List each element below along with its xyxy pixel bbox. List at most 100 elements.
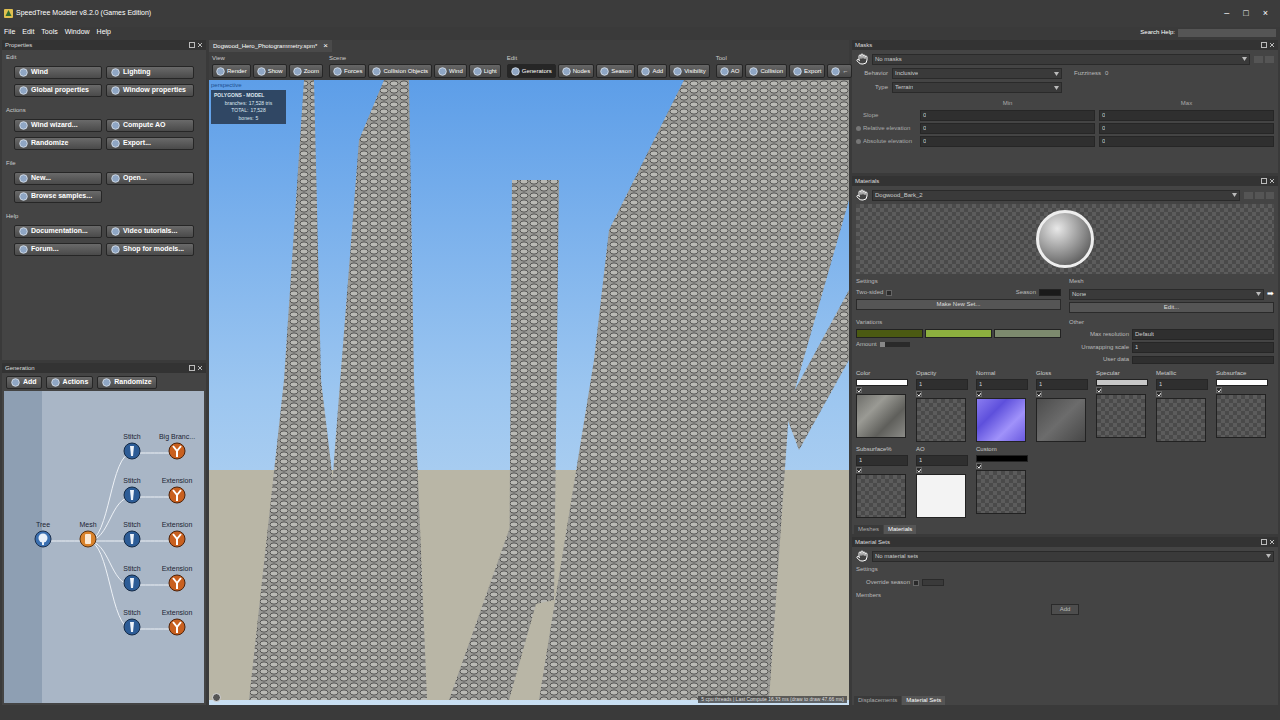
tab[interactable]: Materials [884, 525, 916, 534]
viewport[interactable]: perspectivePOLYGONS - MODELbranches:17,5… [209, 80, 849, 705]
toolbar-button[interactable]: Add [6, 376, 42, 389]
close-icon[interactable] [1269, 539, 1275, 545]
close-tab-button[interactable]: × [323, 40, 328, 52]
dropdown[interactable]: Terrain [892, 82, 1062, 93]
toolbar-button[interactable]: Forces [329, 64, 366, 78]
input-field[interactable]: 1 [976, 379, 1028, 390]
property-button[interactable]: Window properties [106, 84, 194, 97]
material-actions-icon[interactable] [1244, 192, 1274, 199]
axis-icon[interactable] [212, 693, 221, 702]
variation-swatch[interactable] [856, 329, 923, 338]
toolbar-button[interactable]: Show [253, 64, 287, 78]
menu-item[interactable]: Tools [41, 27, 57, 38]
window-control[interactable]: × [1263, 7, 1268, 21]
hand-icon[interactable] [856, 189, 868, 201]
toolbar-button[interactable]: Randomize [97, 376, 156, 389]
property-button[interactable]: Forum... [14, 243, 102, 256]
checkbox[interactable] [856, 387, 862, 393]
property-button[interactable]: Open... [106, 172, 194, 185]
property-button[interactable]: Compute AO [106, 119, 194, 132]
checkbox[interactable] [976, 391, 982, 397]
property-button[interactable]: Documentation... [14, 225, 102, 238]
texture-preview[interactable] [856, 474, 906, 518]
input-field[interactable]: 1 [1156, 379, 1208, 390]
texture-preview[interactable] [916, 398, 966, 442]
radio-button[interactable] [856, 126, 861, 131]
goto-mesh-button[interactable]: ➡ [1267, 288, 1274, 300]
toolbar-button[interactable]: Export [789, 64, 825, 78]
texture-preview[interactable] [976, 398, 1026, 442]
texture-preview[interactable] [856, 394, 906, 438]
menu-item[interactable]: File [4, 27, 15, 38]
toolbar-button[interactable]: AO [716, 64, 744, 78]
color-swatch[interactable] [856, 379, 908, 386]
float-icon[interactable] [1261, 178, 1267, 184]
float-icon[interactable] [189, 365, 195, 371]
mask-actions-icon[interactable] [1254, 56, 1274, 63]
radio-button[interactable] [856, 139, 861, 144]
checkbox[interactable] [913, 580, 919, 586]
input-field[interactable]: 1 [1132, 342, 1274, 353]
input-field[interactable]: 0 [1099, 136, 1274, 147]
input-field[interactable]: Default [1132, 329, 1274, 340]
float-icon[interactable] [189, 42, 195, 48]
texture-preview[interactable] [1036, 398, 1086, 442]
dropdown[interactable]: Dogwood_Bark_2 [872, 190, 1240, 201]
search-field[interactable] [1178, 29, 1276, 37]
toolbar-button[interactable]: Render [212, 64, 251, 78]
property-button[interactable]: Video tutorials... [106, 225, 194, 238]
tab[interactable]: Meshes [854, 525, 883, 534]
graph-node[interactable]: Extension [157, 520, 197, 548]
input-field[interactable]: 0 [920, 136, 1095, 147]
dropdown[interactable]: No masks [872, 54, 1250, 65]
graph-node[interactable]: Stitch [112, 432, 152, 460]
toolbar-button[interactable]: Light [469, 64, 501, 78]
checkbox[interactable] [1216, 387, 1222, 393]
close-icon[interactable] [1269, 178, 1275, 184]
toolbar-button[interactable]: Generators [507, 64, 556, 78]
window-control[interactable]: □ [1243, 7, 1248, 21]
tab[interactable]: Displacements [854, 696, 901, 705]
checkbox[interactable] [1036, 391, 1042, 397]
input-field[interactable]: 1 [856, 455, 908, 466]
checkbox[interactable] [886, 290, 892, 296]
variation-swatch[interactable] [925, 329, 992, 338]
graph-node[interactable]: Big Branc... [157, 432, 197, 460]
graph-node[interactable]: Tree [23, 520, 63, 548]
slider-thumb[interactable] [880, 342, 885, 347]
graph-node[interactable]: Stitch [112, 476, 152, 504]
float-icon[interactable] [1261, 42, 1267, 48]
input-field[interactable]: 0 [1099, 110, 1274, 121]
menu-item[interactable]: Help [97, 27, 111, 38]
graph-node[interactable]: Extension [157, 564, 197, 592]
texture-preview[interactable] [1216, 394, 1266, 438]
node-graph[interactable]: TreeMeshStitchStitchStitchStitchStitchBi… [4, 391, 204, 703]
toolbar-button[interactable]: Season [596, 64, 635, 78]
hand-icon[interactable] [856, 53, 868, 65]
input-field[interactable] [1132, 356, 1274, 364]
property-button[interactable]: Browse samples... [14, 190, 102, 203]
property-button[interactable]: Export... [106, 137, 194, 150]
menu-item[interactable]: Window [65, 27, 90, 38]
texture-preview[interactable] [1156, 398, 1206, 442]
input-field[interactable]: 1 [916, 379, 968, 390]
dropdown[interactable]: Inclusive [892, 68, 1062, 79]
checkbox[interactable] [916, 391, 922, 397]
toolbar-button[interactable]: Collision [745, 64, 787, 78]
graph-node[interactable]: Mesh [68, 520, 108, 548]
season-swatch[interactable] [922, 579, 944, 586]
property-button[interactable]: Shop for models... [106, 243, 194, 256]
graph-node[interactable]: Extension [157, 476, 197, 504]
color-swatch[interactable] [1096, 379, 1148, 386]
checkbox[interactable] [1156, 391, 1162, 397]
dropdown[interactable]: No material sets [872, 551, 1274, 562]
graph-node[interactable]: Stitch [112, 564, 152, 592]
property-button[interactable]: New... [14, 172, 102, 185]
input-field[interactable]: 0 [920, 110, 1095, 121]
hand-icon[interactable] [856, 550, 868, 562]
color-swatch[interactable] [976, 455, 1028, 462]
toolbar-button[interactable]: Add [637, 64, 667, 78]
close-icon[interactable] [1269, 42, 1275, 48]
toolbar-button[interactable]: Zoom [289, 64, 323, 78]
texture-preview[interactable] [916, 474, 966, 518]
